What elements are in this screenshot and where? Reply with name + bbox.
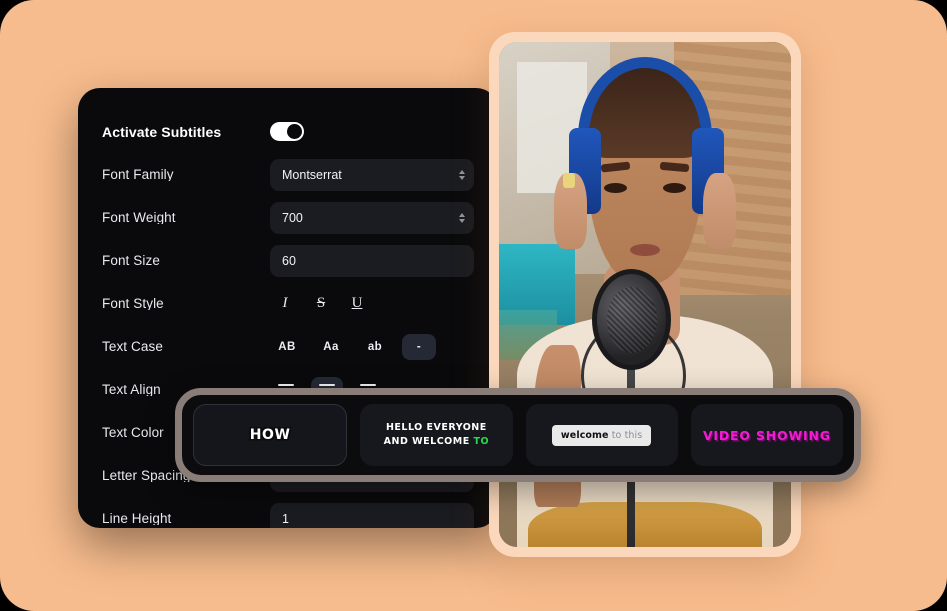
- line-height-label: Line Height: [102, 511, 172, 526]
- photo-lips: [630, 244, 660, 257]
- subtitle-style-strip: HOW HELLO EVERYONE AND WELCOME TO welcom…: [175, 388, 861, 482]
- chevron-up-icon: [459, 169, 465, 174]
- chevron-updown-icon[interactable]: [459, 212, 465, 223]
- titlecase-button[interactable]: Aa: [314, 334, 348, 360]
- style-card-hello-everyone[interactable]: HELLO EVERYONE AND WELCOME TO: [360, 404, 513, 466]
- style-card-welcome-to-this[interactable]: welcome to this: [525, 404, 678, 466]
- text-case-control: AB Aa ab -: [270, 333, 474, 360]
- style-card-video-showing[interactable]: VIDEO SHOWING: [690, 404, 843, 466]
- underline-button[interactable]: U: [342, 291, 372, 317]
- align-line: [360, 383, 376, 386]
- uppercase-label: AB: [278, 340, 296, 353]
- lowercase-label: ab: [367, 340, 383, 353]
- nocase-button[interactable]: -: [402, 333, 436, 360]
- font-family-value: Montserrat: [282, 167, 342, 182]
- font-size-control: 60: [270, 244, 474, 277]
- activate-subtitles-control: [270, 122, 474, 141]
- align-line: [278, 383, 294, 386]
- photo-hand-right: [703, 173, 736, 250]
- strikethrough-button[interactable]: S: [306, 291, 336, 317]
- align-line: [319, 383, 335, 386]
- chip-muted-text: to this: [611, 429, 643, 441]
- font-weight-select[interactable]: 700: [270, 201, 474, 234]
- row-activate-subtitles: Activate Subtitles: [102, 110, 474, 153]
- font-style-label: Font Style: [102, 296, 164, 311]
- font-family-control: Montserrat: [270, 158, 474, 191]
- activate-subtitles-toggle[interactable]: [270, 122, 304, 141]
- font-style-control: I S U: [270, 291, 474, 317]
- row-line-height: Line Height 1: [102, 497, 474, 528]
- caption-line-2-main: AND WELCOME: [383, 436, 470, 447]
- chevron-down-icon: [459, 175, 465, 180]
- font-weight-control: 700: [270, 201, 474, 234]
- chevron-down-icon: [459, 218, 465, 223]
- font-size-value: 60: [282, 253, 296, 268]
- chevron-updown-icon[interactable]: [459, 169, 465, 180]
- row-font-style: Font Style I S U: [102, 282, 474, 325]
- italic-button[interactable]: I: [270, 291, 300, 317]
- line-height-value: 1: [282, 511, 289, 526]
- strikethrough-icon: S: [316, 295, 326, 311]
- photo-fingernail: [563, 173, 575, 189]
- chip-bold-text: welcome: [560, 429, 609, 441]
- font-size-label: Font Size: [102, 253, 160, 268]
- style-card-hello-text: HELLO EVERYONE AND WELCOME TO: [384, 421, 489, 450]
- nocase-label: -: [416, 340, 422, 353]
- row-font-family: Font Family Montserrat: [102, 153, 474, 196]
- caption-line-2-accent: TO: [473, 436, 490, 447]
- font-family-label: Font Family: [102, 167, 174, 182]
- microphone-mesh: [607, 286, 657, 353]
- style-card-how[interactable]: HOW: [193, 404, 348, 466]
- titlecase-label: Aa: [323, 340, 339, 353]
- font-family-select[interactable]: Montserrat: [270, 158, 474, 191]
- photo-person-skirt: [528, 501, 762, 547]
- style-card-welcome-chip: welcome to this: [551, 424, 652, 446]
- toggle-knob: [287, 124, 302, 139]
- text-case-label: Text Case: [102, 339, 163, 354]
- microphone-icon: [592, 269, 672, 371]
- style-card-video-text: VIDEO SHOWING: [702, 427, 831, 443]
- row-font-weight: Font Weight 700: [102, 196, 474, 239]
- activate-subtitles-label: Activate Subtitles: [102, 124, 222, 139]
- line-height-input[interactable]: 1: [270, 502, 474, 528]
- uppercase-button[interactable]: AB: [270, 334, 304, 360]
- row-font-size: Font Size 60: [102, 239, 474, 282]
- chevron-up-icon: [459, 212, 465, 217]
- screenshot-stage: Activate Subtitles Font Family Montserra…: [0, 0, 947, 611]
- font-weight-value: 700: [282, 210, 303, 225]
- font-weight-label: Font Weight: [102, 210, 176, 225]
- font-size-input[interactable]: 60: [270, 244, 474, 277]
- underline-icon: U: [351, 295, 363, 311]
- style-card-how-text: HOW: [249, 427, 291, 443]
- caption-line-1: HELLO EVERYONE: [385, 421, 487, 433]
- italic-icon: I: [282, 295, 288, 311]
- row-text-case: Text Case AB Aa ab -: [102, 325, 474, 368]
- line-height-control: 1: [270, 502, 474, 528]
- lowercase-button[interactable]: ab: [358, 334, 392, 360]
